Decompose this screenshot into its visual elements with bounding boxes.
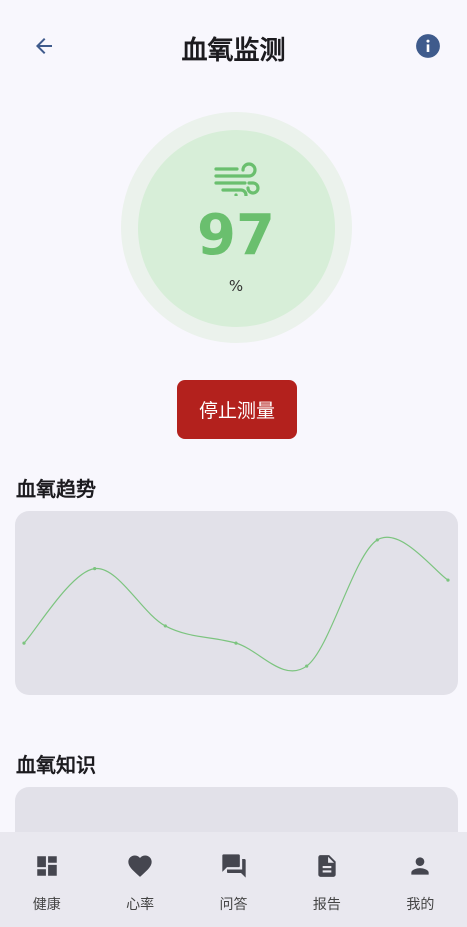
nav-label-qa: 问答 [219,897,248,913]
page-title: 血氧监测 [181,36,286,66]
info-button[interactable] [408,26,448,66]
trend-point-2 [163,624,167,628]
app-screen: 血氧监测 97 % 停止测量 血氧趋势 血氧知识 健康 心率 问答 报告 我的 [0,0,467,927]
trend-point-4 [305,664,309,668]
nav-item-qa[interactable]: 问答 [187,832,280,927]
nav-item-health[interactable]: 健康 [0,832,93,927]
chat-icon [221,854,246,878]
person-icon [411,857,429,875]
nav-item-profile[interactable]: 我的 [374,832,467,927]
nav-label-heart-rate: 心率 [126,897,155,913]
spo2-value: 97 [197,203,275,268]
wind-icon [214,162,260,196]
trend-point-5 [375,538,379,542]
document-icon [318,855,336,877]
dashboard-icon [36,856,57,876]
nav-label-health: 健康 [32,897,61,913]
trend-point-0 [22,641,26,645]
nav-item-heart-rate[interactable]: 心率 [93,832,186,927]
nav-label-profile: 我的 [406,897,435,913]
nav-label-report: 报告 [312,897,341,913]
heart-icon [128,855,152,877]
bottom-navigation: 健康 心率 问答 报告 我的 [0,832,467,927]
trend-line [23,536,449,672]
knowledge-section-title: 血氧知识 [16,753,96,777]
spo2-unit: % [228,277,244,295]
stop-measurement-button[interactable]: 停止测量 [177,380,297,439]
trend-section-title: 血氧趋势 [16,477,96,501]
trend-chart-card [15,511,458,695]
trend-point-1 [93,567,97,571]
info-icon [416,34,440,58]
top-bar: 血氧监测 [0,0,467,92]
trend-point-6 [446,578,450,582]
trend-point-3 [234,641,238,645]
trend-chart [22,536,450,672]
nav-item-report[interactable]: 报告 [280,832,373,927]
